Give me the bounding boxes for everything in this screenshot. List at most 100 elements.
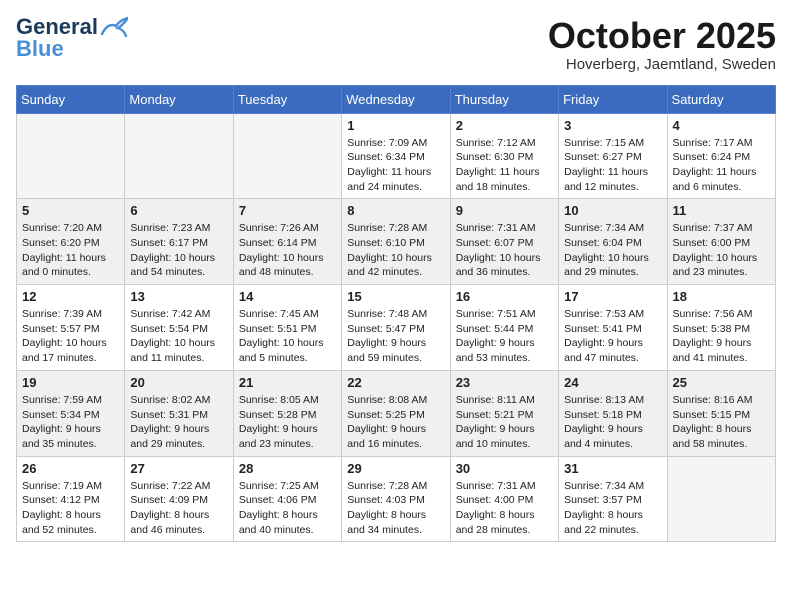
page-header: General Blue October 2025 Hoverberg, Jae…: [16, 16, 776, 73]
day-number: 8: [347, 203, 444, 218]
day-info: Sunrise: 7:37 AM Sunset: 6:00 PM Dayligh…: [673, 221, 770, 280]
day-number: 5: [22, 203, 119, 218]
day-number: 6: [130, 203, 227, 218]
day-info: Sunrise: 8:02 AM Sunset: 5:31 PM Dayligh…: [130, 393, 227, 452]
day-number: 15: [347, 289, 444, 304]
day-number: 29: [347, 461, 444, 476]
calendar-header-thursday: Thursday: [450, 85, 558, 113]
calendar-cell: 19Sunrise: 7:59 AM Sunset: 5:34 PM Dayli…: [17, 370, 125, 456]
day-info: Sunrise: 7:09 AM Sunset: 6:34 PM Dayligh…: [347, 136, 444, 195]
day-info: Sunrise: 7:39 AM Sunset: 5:57 PM Dayligh…: [22, 307, 119, 366]
calendar-cell: 5 Sunrise: 7:20 AM Sunset: 6:20 PM Daylig…: [17, 199, 125, 285]
calendar-cell: 8 Sunrise: 7:28 AM Sunset: 6:10 PM Daylig…: [342, 199, 450, 285]
calendar-week-row: 1 Sunrise: 7:09 AM Sunset: 6:34 PM Daylig…: [17, 113, 776, 199]
calendar-cell: 31 Sunrise: 7:34 AM Sunset: 3:57 PM Dayli…: [559, 456, 667, 542]
day-info: Sunrise: 7:31 AM Sunset: 4:00 PM Dayligh…: [456, 479, 553, 538]
day-info: Sunrise: 7:42 AM Sunset: 5:54 PM Dayligh…: [130, 307, 227, 366]
day-info: Sunrise: 7:51 AM Sunset: 5:44 PM Dayligh…: [456, 307, 553, 366]
month-title: October 2025: [548, 16, 776, 56]
day-number: 26: [22, 461, 119, 476]
calendar-cell: 18 Sunrise: 7:56 AM Sunset: 5:38 PM Dayli…: [667, 285, 775, 371]
calendar-week-row: 5 Sunrise: 7:20 AM Sunset: 6:20 PM Daylig…: [17, 199, 776, 285]
day-info: Sunrise: 7:23 AM Sunset: 6:17 PM Dayligh…: [130, 221, 227, 280]
day-info: Sunrise: 8:08 AM Sunset: 5:25 PM Dayligh…: [347, 393, 444, 452]
calendar-cell: [125, 113, 233, 199]
day-info: Sunrise: 7:17 AM Sunset: 6:24 PM Dayligh…: [673, 136, 770, 195]
calendar-cell: 11 Sunrise: 7:37 AM Sunset: 6:00 PM Dayli…: [667, 199, 775, 285]
calendar-cell: 4 Sunrise: 7:17 AM Sunset: 6:24 PM Daylig…: [667, 113, 775, 199]
day-info: Sunrise: 7:59 AM Sunset: 5:34 PM Dayligh…: [22, 393, 119, 452]
day-number: 30: [456, 461, 553, 476]
day-number: 10: [564, 203, 661, 218]
calendar-header-monday: Monday: [125, 85, 233, 113]
day-info: Sunrise: 7:45 AM Sunset: 5:51 PM Dayligh…: [239, 307, 336, 366]
day-number: 11: [673, 203, 770, 218]
calendar-table: SundayMondayTuesdayWednesdayThursdayFrid…: [16, 85, 776, 543]
calendar-cell: 23 Sunrise: 8:11 AM Sunset: 5:21 PM Dayli…: [450, 370, 558, 456]
calendar-cell: 6 Sunrise: 7:23 AM Sunset: 6:17 PM Daylig…: [125, 199, 233, 285]
day-info: Sunrise: 7:28 AM Sunset: 6:10 PM Dayligh…: [347, 221, 444, 280]
day-info: Sunrise: 7:25 AM Sunset: 4:06 PM Dayligh…: [239, 479, 336, 538]
day-number: 13: [130, 289, 227, 304]
day-number: 4: [673, 118, 770, 133]
calendar-cell: 24Sunrise: 8:13 AM Sunset: 5:18 PM Dayli…: [559, 370, 667, 456]
calendar-cell: 15 Sunrise: 7:48 AM Sunset: 5:47 PM Dayli…: [342, 285, 450, 371]
calendar-cell: [233, 113, 341, 199]
logo: General Blue: [16, 16, 128, 61]
location: Hoverberg, Jaemtland, Sweden: [548, 56, 776, 73]
day-number: 12: [22, 289, 119, 304]
day-number: 23: [456, 375, 553, 390]
calendar-cell: 10 Sunrise: 7:34 AM Sunset: 6:04 PM Dayli…: [559, 199, 667, 285]
logo-bird-icon: [100, 16, 128, 38]
calendar-header-friday: Friday: [559, 85, 667, 113]
day-number: 7: [239, 203, 336, 218]
calendar-header-row: SundayMondayTuesdayWednesdayThursdayFrid…: [17, 85, 776, 113]
day-number: 24: [564, 375, 661, 390]
day-number: 2: [456, 118, 553, 133]
logo-text: General: [16, 16, 98, 38]
calendar-header-wednesday: Wednesday: [342, 85, 450, 113]
day-number: 3: [564, 118, 661, 133]
calendar-cell: 30 Sunrise: 7:31 AM Sunset: 4:00 PM Dayli…: [450, 456, 558, 542]
day-info: Sunrise: 7:48 AM Sunset: 5:47 PM Dayligh…: [347, 307, 444, 366]
calendar-header-sunday: Sunday: [17, 85, 125, 113]
day-info: Sunrise: 7:28 AM Sunset: 4:03 PM Dayligh…: [347, 479, 444, 538]
day-info: Sunrise: 8:05 AM Sunset: 5:28 PM Dayligh…: [239, 393, 336, 452]
day-number: 1: [347, 118, 444, 133]
day-info: Sunrise: 7:31 AM Sunset: 6:07 PM Dayligh…: [456, 221, 553, 280]
day-number: 16: [456, 289, 553, 304]
day-number: 31: [564, 461, 661, 476]
day-info: Sunrise: 7:12 AM Sunset: 6:30 PM Dayligh…: [456, 136, 553, 195]
day-number: 28: [239, 461, 336, 476]
calendar-cell: 20Sunrise: 8:02 AM Sunset: 5:31 PM Dayli…: [125, 370, 233, 456]
calendar-cell: 1 Sunrise: 7:09 AM Sunset: 6:34 PM Daylig…: [342, 113, 450, 199]
calendar-cell: 21Sunrise: 8:05 AM Sunset: 5:28 PM Dayli…: [233, 370, 341, 456]
calendar-week-row: 19Sunrise: 7:59 AM Sunset: 5:34 PM Dayli…: [17, 370, 776, 456]
calendar-cell: 29 Sunrise: 7:28 AM Sunset: 4:03 PM Dayli…: [342, 456, 450, 542]
day-number: 25: [673, 375, 770, 390]
calendar-cell: 16 Sunrise: 7:51 AM Sunset: 5:44 PM Dayli…: [450, 285, 558, 371]
day-info: Sunrise: 7:53 AM Sunset: 5:41 PM Dayligh…: [564, 307, 661, 366]
calendar-cell: [17, 113, 125, 199]
day-info: Sunrise: 8:11 AM Sunset: 5:21 PM Dayligh…: [456, 393, 553, 452]
logo-blue-text: Blue: [16, 36, 64, 61]
calendar-cell: 27 Sunrise: 7:22 AM Sunset: 4:09 PM Dayli…: [125, 456, 233, 542]
day-info: Sunrise: 7:34 AM Sunset: 3:57 PM Dayligh…: [564, 479, 661, 538]
day-info: Sunrise: 7:20 AM Sunset: 6:20 PM Dayligh…: [22, 221, 119, 280]
day-number: 18: [673, 289, 770, 304]
calendar-week-row: 12 Sunrise: 7:39 AM Sunset: 5:57 PM Dayli…: [17, 285, 776, 371]
day-info: Sunrise: 7:15 AM Sunset: 6:27 PM Dayligh…: [564, 136, 661, 195]
day-number: 27: [130, 461, 227, 476]
day-info: Sunrise: 7:56 AM Sunset: 5:38 PM Dayligh…: [673, 307, 770, 366]
day-info: Sunrise: 8:16 AM Sunset: 5:15 PM Dayligh…: [673, 393, 770, 452]
calendar-cell: [667, 456, 775, 542]
day-info: Sunrise: 7:19 AM Sunset: 4:12 PM Dayligh…: [22, 479, 119, 538]
calendar-cell: 12 Sunrise: 7:39 AM Sunset: 5:57 PM Dayli…: [17, 285, 125, 371]
day-info: Sunrise: 7:22 AM Sunset: 4:09 PM Dayligh…: [130, 479, 227, 538]
calendar-week-row: 26 Sunrise: 7:19 AM Sunset: 4:12 PM Dayli…: [17, 456, 776, 542]
calendar-cell: 28 Sunrise: 7:25 AM Sunset: 4:06 PM Dayli…: [233, 456, 341, 542]
calendar-header-tuesday: Tuesday: [233, 85, 341, 113]
calendar-cell: 17Sunrise: 7:53 AM Sunset: 5:41 PM Dayli…: [559, 285, 667, 371]
calendar-header-saturday: Saturday: [667, 85, 775, 113]
day-info: Sunrise: 7:34 AM Sunset: 6:04 PM Dayligh…: [564, 221, 661, 280]
